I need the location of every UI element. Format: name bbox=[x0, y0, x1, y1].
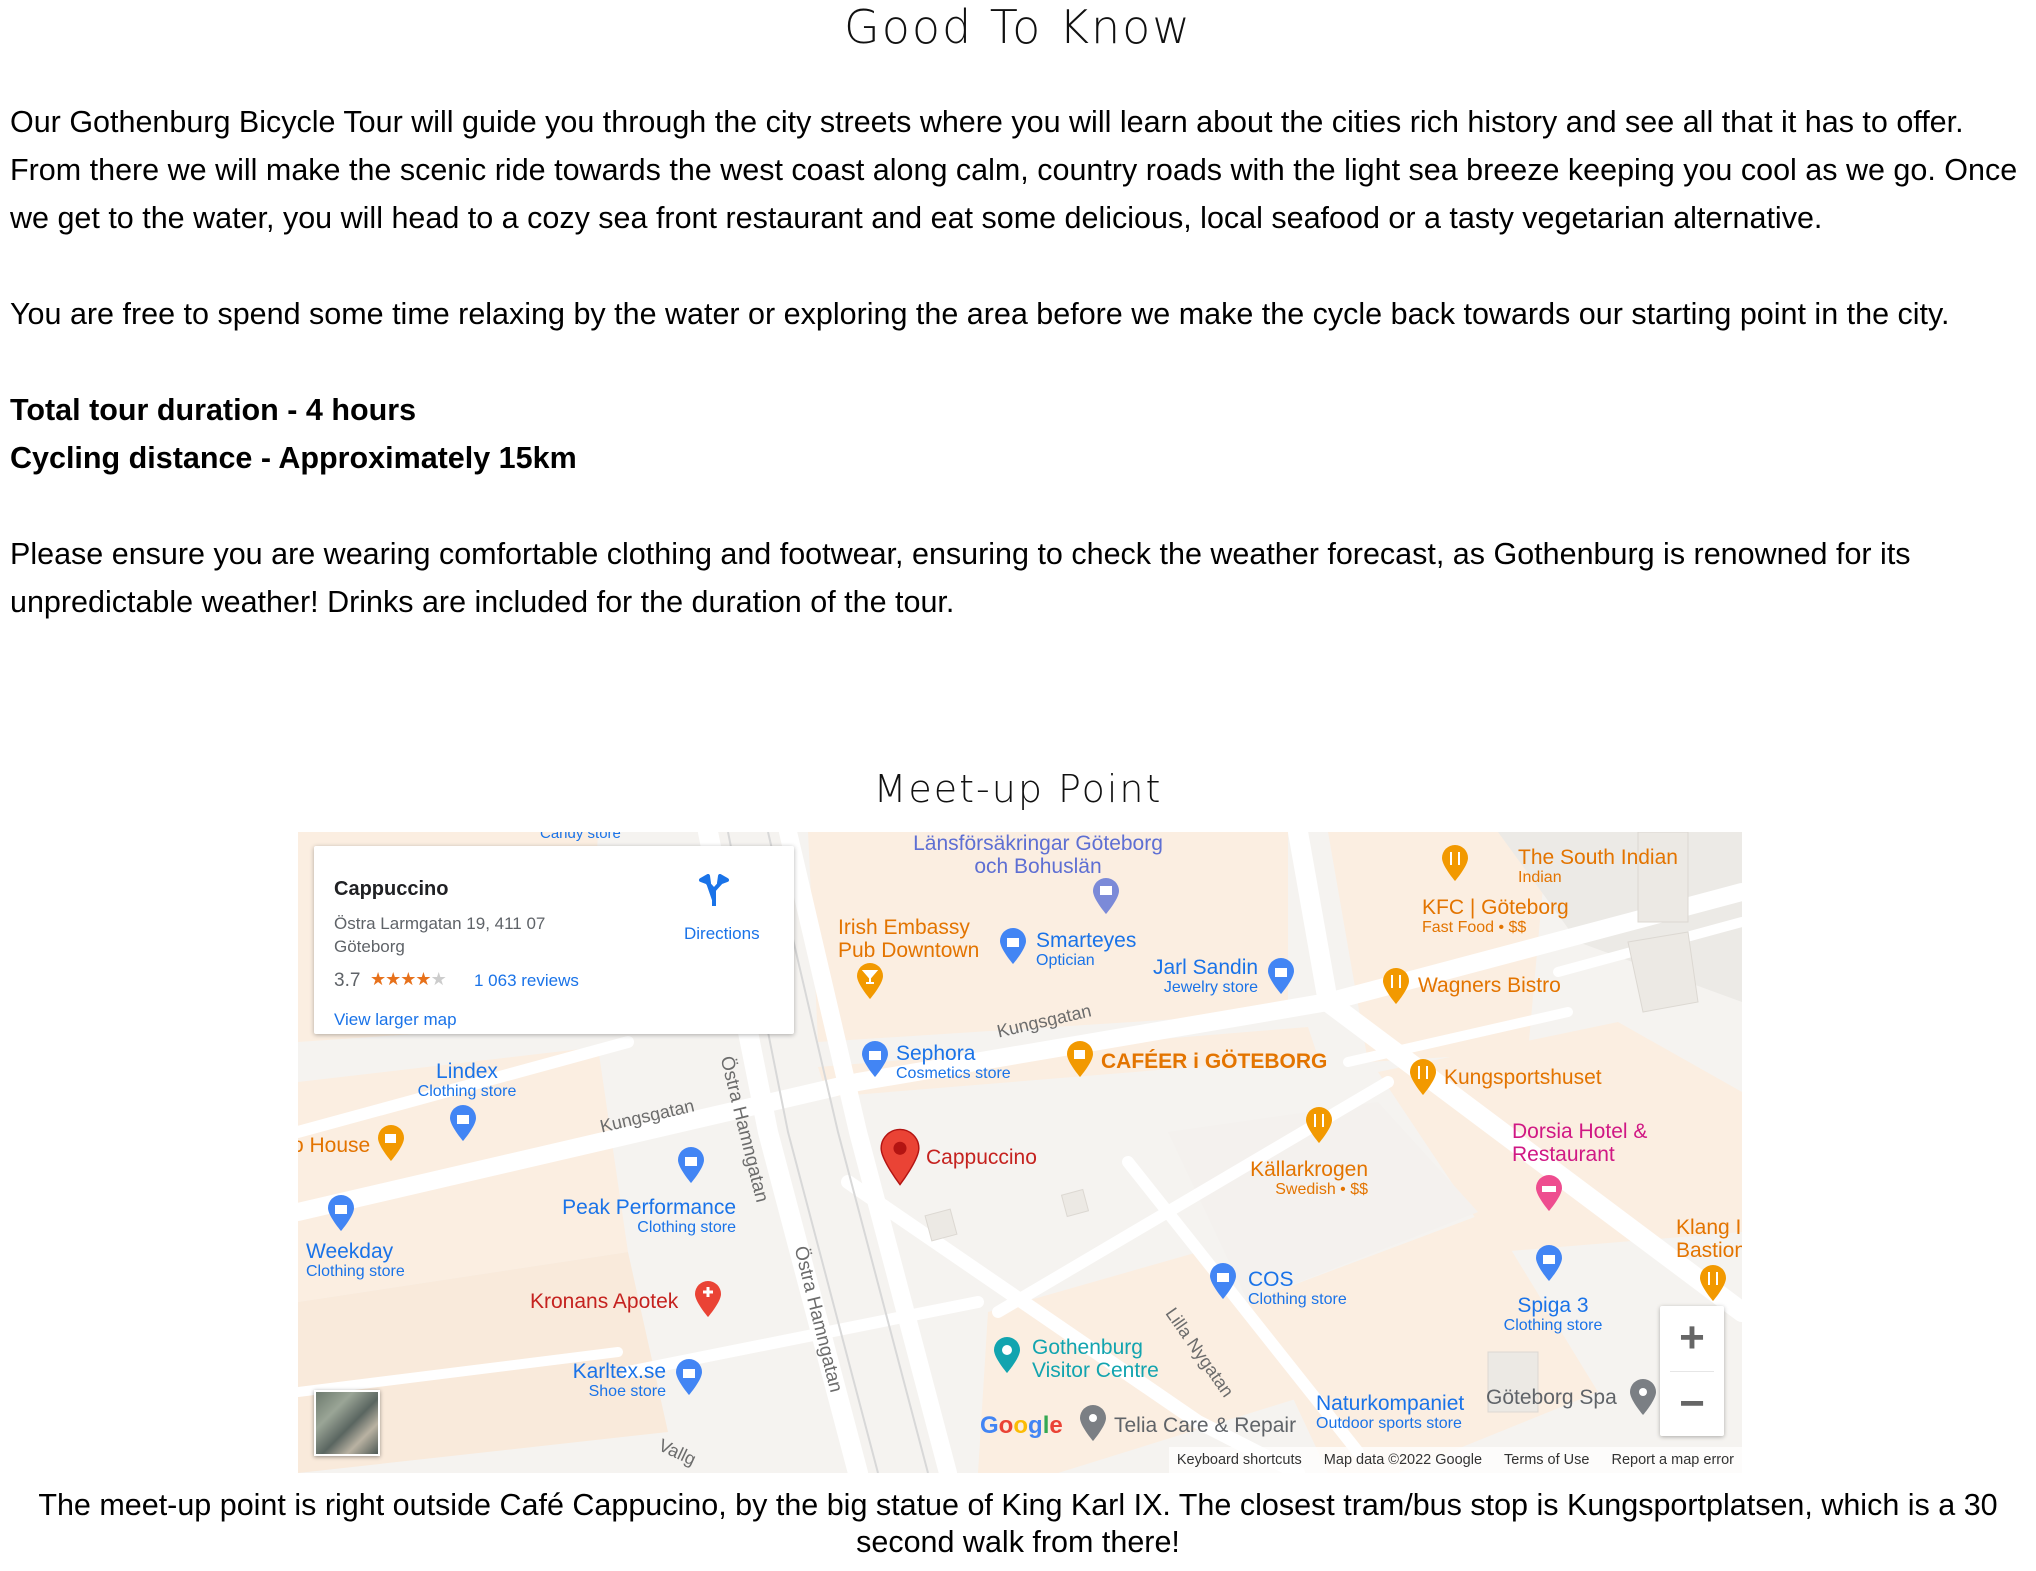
place-karltex[interactable]: Karltex.se Shoe store bbox=[526, 1360, 666, 1401]
place-kfc[interactable]: KFC | Göteborg Fast Food • $$ bbox=[1422, 896, 1569, 937]
place-cafeer-goteborg[interactable]: CAFÉER i GÖTEBORG bbox=[1101, 1050, 1327, 1073]
shopping-bag-icon[interactable] bbox=[326, 1194, 356, 1232]
clothing-note: Please ensure you are wearing comfortabl… bbox=[10, 537, 1911, 619]
place-weekday[interactable]: Weekday Clothing store bbox=[306, 1240, 405, 1281]
place-klang-i-bastion[interactable]: Klang I Bastion bbox=[1676, 1216, 1742, 1262]
place-goteborg-spa[interactable]: Göteborg Spa bbox=[1486, 1386, 1617, 1409]
place-telia[interactable]: Telia Care & Repair bbox=[1114, 1414, 1296, 1437]
place-lansforsakringar[interactable]: Länsförsäkringar Göteborg och Bohuslän bbox=[898, 832, 1178, 878]
keyboard-shortcuts-link[interactable]: Keyboard shortcuts bbox=[1177, 1452, 1302, 1468]
rating-stars-icon: ★★★★★ bbox=[370, 969, 447, 989]
zoom-in-button[interactable]: + bbox=[1660, 1306, 1724, 1370]
info-card-rating: 3.7 bbox=[334, 970, 361, 991]
place-irish-embassy[interactable]: Irish Embassy Pub Downtown bbox=[838, 916, 1008, 962]
free-time-paragraph: You are free to spend some time relaxing… bbox=[10, 297, 1950, 331]
reviews-link[interactable]: 1 063 reviews bbox=[474, 971, 579, 991]
hotel-icon[interactable] bbox=[1534, 1174, 1564, 1212]
restaurant-icon[interactable] bbox=[1408, 1058, 1438, 1096]
place-kronans-apotek[interactable]: Kronans Apotek bbox=[530, 1290, 678, 1313]
shopping-bag-icon[interactable] bbox=[448, 1104, 478, 1142]
place-dorsia-hotel[interactable]: Dorsia Hotel & Restaurant bbox=[1512, 1120, 1652, 1166]
shopping-bag-icon[interactable] bbox=[998, 927, 1028, 965]
place-visitor-centre[interactable]: Gothenburg Visitor Centre bbox=[1032, 1336, 1182, 1382]
directions-link[interactable]: Directions bbox=[684, 924, 760, 944]
place-house[interactable]: o House bbox=[298, 1134, 370, 1157]
embedded-map[interactable]: Kungsgatan Kungsgatan Östra Hamngatan Ös… bbox=[298, 832, 1742, 1473]
shopping-bag-icon[interactable] bbox=[1534, 1244, 1564, 1282]
page-title: Good To Know bbox=[844, 0, 1192, 54]
zoom-out-button[interactable]: − bbox=[1660, 1372, 1724, 1436]
place-smarteyes[interactable]: Smarteyes Optician bbox=[1036, 929, 1136, 970]
building-icon[interactable] bbox=[1091, 877, 1121, 915]
pharmacy-icon[interactable] bbox=[693, 1280, 723, 1318]
shopping-bag-icon[interactable] bbox=[1266, 957, 1296, 995]
place-kungsportshuset[interactable]: Kungsportshuset bbox=[1444, 1066, 1602, 1089]
zoom-controls: + − bbox=[1660, 1306, 1724, 1436]
place-jarl-sandin[interactable]: Jarl Sandin Jewelry store bbox=[1153, 956, 1258, 997]
place-naturkompaniet[interactable]: Naturkompaniet Outdoor sports store bbox=[1316, 1392, 1464, 1433]
shopping-bag-icon[interactable] bbox=[1208, 1262, 1238, 1300]
satellite-toggle-thumbnail[interactable] bbox=[314, 1390, 380, 1456]
map-data-credit: Map data ©2022 Google bbox=[1323, 1452, 1483, 1468]
place-cappuccino[interactable]: Cappuccino bbox=[926, 1146, 1037, 1169]
restaurant-icon[interactable] bbox=[1440, 844, 1470, 882]
gray-pin-icon[interactable] bbox=[1628, 1378, 1658, 1416]
directions-icon[interactable] bbox=[697, 874, 731, 908]
place-spiga-3[interactable]: Spiga 3 Clothing store bbox=[1478, 1294, 1628, 1335]
map-attribution: Keyboard shortcuts Map data ©2022 Google… bbox=[1168, 1447, 1742, 1473]
restaurant-icon[interactable] bbox=[1381, 967, 1411, 1005]
place-south-indian[interactable]: The South Indian Indian bbox=[1518, 846, 1678, 887]
place-kallarkrogen[interactable]: Källarkrogen Swedish • $$ bbox=[1233, 1158, 1368, 1199]
content-body: Our Gothenburg Bicycle Tour will guide y… bbox=[10, 98, 2020, 674]
place-candy-store[interactable]: Candy store bbox=[540, 832, 621, 843]
cycling-distance: Cycling distance - Approximately 15km bbox=[10, 441, 577, 475]
intro-paragraph: Our Gothenburg Bicycle Tour will guide y… bbox=[10, 105, 2018, 235]
cafe-icon[interactable] bbox=[1065, 1040, 1095, 1078]
cafe-icon[interactable] bbox=[376, 1124, 406, 1162]
place-cos[interactable]: COS Clothing store bbox=[1248, 1268, 1347, 1309]
place-sephora[interactable]: Sephora Cosmetics store bbox=[896, 1042, 1011, 1083]
place-lindex[interactable]: Lindex Clothing store bbox=[392, 1060, 542, 1101]
place-peak-performance[interactable]: Peak Performance Clothing store bbox=[546, 1196, 736, 1237]
meetup-caption: The meet-up point is right outside Café … bbox=[38, 1488, 1998, 1559]
gray-pin-icon[interactable] bbox=[1078, 1404, 1108, 1442]
camera-icon[interactable] bbox=[992, 1336, 1022, 1374]
shopping-bag-icon[interactable] bbox=[674, 1358, 704, 1396]
restaurant-icon[interactable] bbox=[1304, 1106, 1334, 1144]
terms-of-use-link[interactable]: Terms of Use bbox=[1504, 1452, 1589, 1468]
meetup-title: Meet-up Point bbox=[873, 767, 1163, 811]
shopping-bag-icon[interactable] bbox=[676, 1146, 706, 1184]
red-pin-icon[interactable] bbox=[878, 1128, 922, 1186]
restaurant-icon[interactable] bbox=[1698, 1264, 1728, 1302]
report-map-error-link[interactable]: Report a map error bbox=[1612, 1452, 1735, 1468]
shopping-bag-icon[interactable] bbox=[860, 1040, 890, 1078]
tour-duration: Total tour duration - 4 hours bbox=[10, 393, 417, 427]
place-wagners-bistro[interactable]: Wagners Bistro bbox=[1418, 974, 1561, 997]
google-logo: Google bbox=[980, 1412, 1063, 1439]
view-larger-map-link[interactable]: View larger map bbox=[334, 1010, 457, 1030]
place-info-card: Cappuccino Östra Larmgatan 19, 411 07 Gö… bbox=[314, 846, 794, 1034]
info-card-address: Östra Larmgatan 19, 411 07 Göteborg bbox=[334, 914, 546, 956]
info-card-title: Cappuccino bbox=[334, 878, 449, 900]
bar-icon[interactable] bbox=[855, 962, 885, 1000]
